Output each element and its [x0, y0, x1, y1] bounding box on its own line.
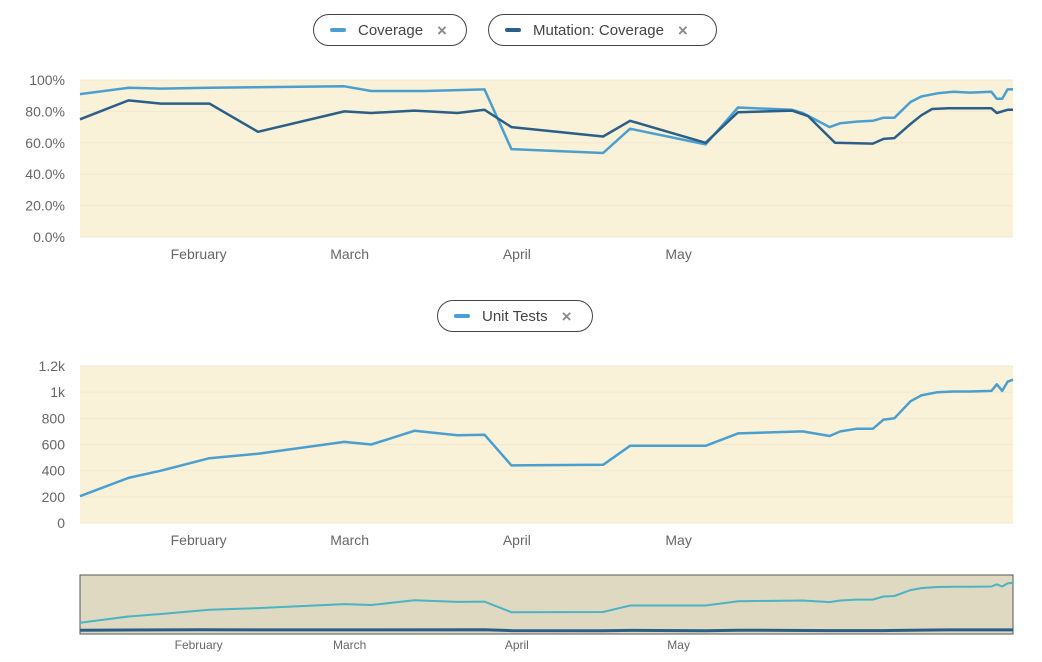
y-tick-label: 20.0% [25, 198, 65, 214]
y-tick-label: 40.0% [25, 166, 65, 182]
y-tick-label: 800 [42, 410, 66, 426]
coverage-chart: 0.0% 20.0% 40.0% 60.0% 80.0% 100% February Mar… [25, 72, 1013, 262]
y-tick-label: 80.0% [25, 103, 65, 119]
y-axis-ticks: 0.0% 20.0% 40.0% 60.0% 80.0% 100% [25, 72, 65, 245]
y-tick-label: 100% [29, 72, 65, 88]
x-tick-label: April [503, 246, 531, 262]
x-tick-label: February [171, 246, 227, 262]
range-navigator[interactable]: February March April May [79, 574, 1014, 652]
y-tick-label: 200 [42, 489, 66, 505]
y-tick-label: 1k [50, 384, 66, 400]
dashboard-root: Coverage × Mutation: Coverage × Unit Tes… [0, 0, 1042, 662]
x-axis-ticks: February March April May [171, 532, 692, 548]
charts-canvas: 0.0% 20.0% 40.0% 60.0% 80.0% 100% February Mar… [25, 72, 1014, 652]
plot-background [80, 80, 1013, 237]
y-axis-ticks: 0 200 400 600 800 1k 1.2k [39, 358, 66, 531]
navigator-x-tick-label: April [505, 638, 529, 652]
x-axis-ticks: February March April May [171, 246, 692, 262]
y-tick-label: 0 [57, 515, 65, 531]
x-tick-label: March [330, 532, 369, 548]
x-tick-label: April [503, 532, 531, 548]
y-tick-label: 600 [42, 437, 66, 453]
unit-tests-chart: 0 200 400 600 800 1k 1.2k February March April Ma… [39, 358, 1014, 548]
x-tick-label: May [665, 532, 691, 548]
y-tick-label: 60.0% [25, 135, 65, 151]
navigator-window[interactable] [79, 574, 1014, 635]
x-tick-label: May [665, 246, 691, 262]
x-tick-label: February [171, 532, 227, 548]
y-tick-label: 400 [42, 463, 66, 479]
x-tick-label: March [330, 246, 369, 262]
navigator-x-tick-label: May [667, 638, 690, 652]
navigator-x-ticks: February March April May [175, 638, 690, 652]
navigator-line [79, 628, 1013, 633]
navigator-x-tick-label: March [333, 638, 366, 652]
y-tick-label: 1.2k [39, 358, 66, 374]
y-tick-label: 0.0% [33, 229, 65, 245]
navigator-x-tick-label: February [175, 638, 223, 652]
